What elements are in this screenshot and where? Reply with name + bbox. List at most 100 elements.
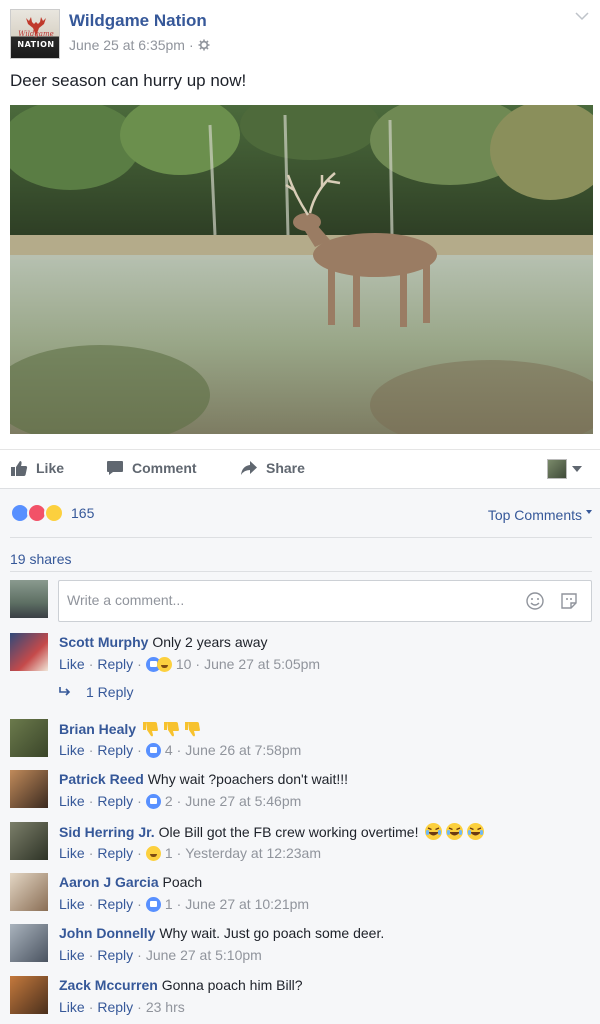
- comment-reply-link[interactable]: Reply: [97, 656, 133, 672]
- comment-reaction-count[interactable]: 1: [165, 845, 173, 861]
- comment-body: Zack Mccurren Gonna poach him Bill?: [59, 976, 589, 994]
- commenter-avatar[interactable]: [10, 633, 48, 671]
- comment-button[interactable]: Comment: [106, 459, 197, 477]
- comment-author[interactable]: John Donnelly: [59, 925, 155, 941]
- like-reaction-icon: [145, 793, 161, 809]
- comment-author[interactable]: Scott Murphy: [59, 634, 148, 650]
- comment-input[interactable]: [67, 592, 507, 608]
- like-reaction-icon: [145, 896, 161, 912]
- comment-like-link[interactable]: Like: [59, 845, 85, 861]
- comment-text: Only 2 years away: [152, 634, 268, 650]
- comment-author[interactable]: Zack Mccurren: [59, 977, 158, 993]
- meta-separator: ·: [188, 37, 194, 53]
- comment-reply-link[interactable]: Reply: [97, 845, 133, 861]
- comment-author[interactable]: Sid Herring Jr.: [59, 824, 155, 840]
- user-avatar: [10, 580, 48, 618]
- divider: [10, 537, 592, 538]
- comment-meta: Like · Reply · 1 · June 27 at 10:21pm: [59, 896, 310, 912]
- comment-meta: Like · Reply · 1 · Yesterday at 12:23am: [59, 845, 321, 861]
- comment-like-link[interactable]: Like: [59, 656, 85, 672]
- comment-reaction-count[interactable]: 2: [165, 793, 173, 809]
- comment-reaction-count[interactable]: 4: [165, 742, 173, 758]
- share-arrow-icon: [241, 461, 257, 475]
- comment-reply-link[interactable]: Reply: [97, 999, 133, 1015]
- comment-author[interactable]: Brian Healy: [59, 721, 136, 737]
- chevron-down-icon[interactable]: [574, 10, 590, 22]
- thumbs-up-icon: [11, 461, 28, 476]
- comment-reply-link[interactable]: Reply: [97, 742, 133, 758]
- logo-text-bottom: NATION: [17, 40, 55, 49]
- comment-text: Gonna poach him Bill?: [161, 977, 303, 993]
- haha-reaction-icon: [156, 656, 172, 672]
- caret-down-icon: [572, 466, 582, 472]
- shares-count[interactable]: 19 shares: [10, 551, 71, 567]
- comment-text: Why wait. Just go poach some deer.: [159, 925, 385, 941]
- post-meta: June 25 at 6:35pm ·: [69, 37, 210, 53]
- comment-meta: Like · Reply · 4 · June 26 at 7:58pm: [59, 742, 302, 758]
- laughing-emoji-icons: [422, 823, 485, 840]
- comment-icon: [107, 461, 123, 475]
- comment-reply-link[interactable]: Reply: [97, 896, 133, 912]
- commenter-avatar[interactable]: [10, 873, 48, 911]
- view-replies-link[interactable]: 1 Reply: [58, 684, 133, 700]
- thumbs-down-emoji-icons: [140, 721, 203, 737]
- comment-time[interactable]: June 26 at 7:58pm: [185, 742, 301, 758]
- viewer-avatar: [547, 459, 567, 479]
- divider: [10, 571, 592, 572]
- page-name[interactable]: Wildgame Nation: [69, 11, 207, 31]
- post-as-selector[interactable]: [547, 459, 582, 479]
- comment-reply-link[interactable]: Reply: [97, 947, 133, 963]
- commenter-avatar[interactable]: [10, 976, 48, 1014]
- replies-count: 1 Reply: [86, 684, 134, 700]
- comment-composer[interactable]: [58, 580, 592, 622]
- page-avatar[interactable]: Wildgame NATION: [10, 9, 60, 59]
- comment-body: Patrick Reed Why wait ?poachers don't wa…: [59, 770, 589, 788]
- comment-author[interactable]: Patrick Reed: [59, 771, 144, 787]
- comment-time[interactable]: June 27 at 5:05pm: [204, 656, 320, 672]
- comment-meta: Like · Reply · June 27 at 5:10pm: [59, 947, 262, 963]
- share-button[interactable]: Share: [240, 459, 305, 477]
- post-text: Deer season can hurry up now!: [10, 71, 247, 90]
- post-photo[interactable]: [10, 105, 593, 434]
- comment-time[interactable]: Yesterday at 12:23am: [185, 845, 321, 861]
- comment-meta: Like · Reply · 2 · June 27 at 5:46pm: [59, 793, 302, 809]
- gear-icon[interactable]: [198, 39, 210, 51]
- comment-meta: Like · Reply · 23 hrs: [59, 999, 185, 1015]
- wow-reaction-icon: [44, 503, 64, 523]
- sticker-icon[interactable]: [559, 591, 579, 611]
- commenter-avatar[interactable]: [10, 822, 48, 860]
- comment-reply-link[interactable]: Reply: [97, 793, 133, 809]
- comment-time[interactable]: June 27 at 5:10pm: [146, 947, 262, 963]
- comment-like-link[interactable]: Like: [59, 947, 85, 963]
- comment-text: Ole Bill got the FB crew working overtim…: [158, 824, 419, 840]
- emoji-icon[interactable]: [525, 591, 545, 611]
- caret-down-icon: [586, 510, 592, 514]
- comment-reaction-count[interactable]: 1: [165, 896, 173, 912]
- like-button[interactable]: Like: [10, 459, 64, 477]
- reactions-summary[interactable]: 165: [10, 503, 94, 523]
- comment-body: Aaron J Garcia Poach: [59, 873, 589, 891]
- comment-like-link[interactable]: Like: [59, 793, 85, 809]
- commenter-avatar[interactable]: [10, 719, 48, 757]
- comment-time[interactable]: June 27 at 10:21pm: [185, 896, 309, 912]
- post-timestamp[interactable]: June 25 at 6:35pm: [69, 37, 185, 53]
- commenter-avatar[interactable]: [10, 770, 48, 808]
- comment-like-link[interactable]: Like: [59, 999, 85, 1015]
- commenter-avatar[interactable]: [10, 924, 48, 962]
- comment-meta: Like · Reply · 10 · June 27 at 5:05pm: [59, 656, 321, 672]
- reaction-count[interactable]: 165: [71, 505, 94, 521]
- comment-like-link[interactable]: Like: [59, 742, 85, 758]
- top-comments-label: Top Comments: [487, 507, 582, 523]
- comment-time[interactable]: 23 hrs: [146, 999, 185, 1015]
- logo-text-top: Wildgame: [18, 30, 54, 38]
- comment-time[interactable]: June 27 at 5:46pm: [185, 793, 301, 809]
- reply-arrow-icon: [59, 687, 71, 696]
- like-reaction-icon: [145, 742, 161, 758]
- comment-like-link[interactable]: Like: [59, 896, 85, 912]
- top-comments-dropdown[interactable]: Top Comments: [488, 507, 592, 523]
- comment-text: Why wait ?poachers don't wait!!!: [147, 771, 349, 787]
- comment-body: Brian Healy: [59, 719, 589, 738]
- comment-body: Sid Herring Jr. Ole Bill got the FB crew…: [59, 822, 589, 841]
- comment-reaction-count[interactable]: 10: [176, 656, 192, 672]
- comment-author[interactable]: Aaron J Garcia: [59, 874, 159, 890]
